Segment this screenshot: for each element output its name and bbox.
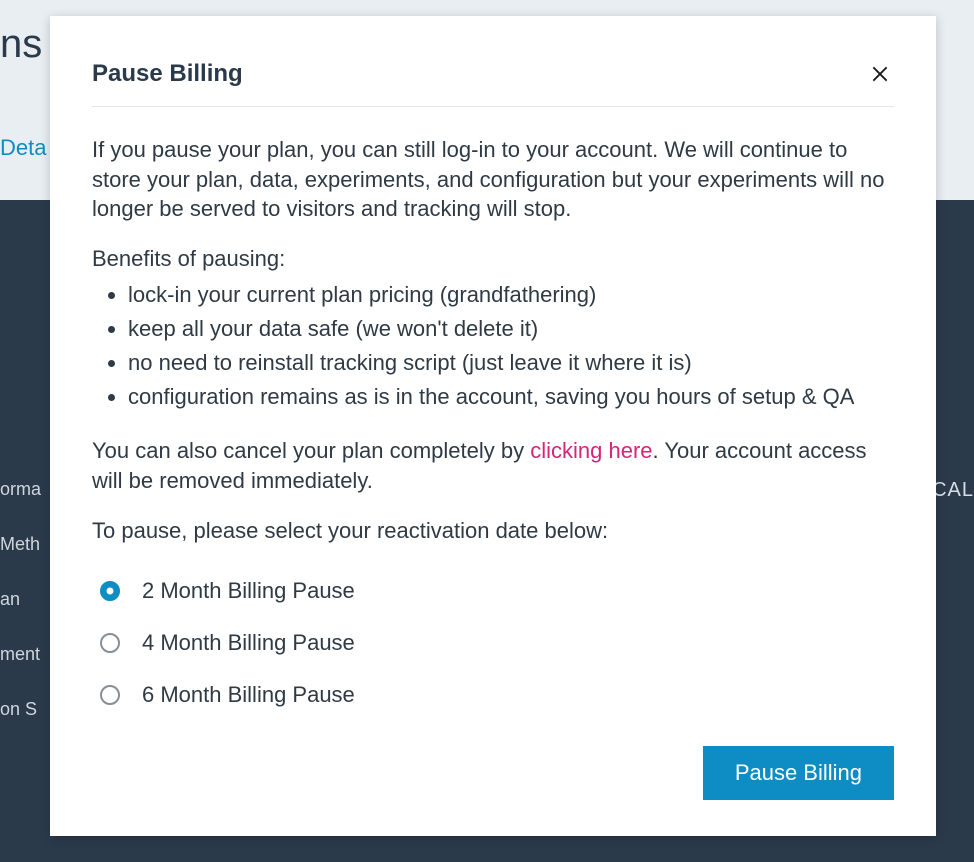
pause-option-4-month[interactable]: 4 Month Billing Pause [100, 630, 894, 656]
modal-intro-text: If you pause your plan, you can still lo… [92, 135, 894, 224]
modal-footer: Pause Billing [92, 716, 894, 800]
sidebar-item[interactable]: Meth [0, 534, 40, 555]
modal-title: Pause Billing [92, 60, 243, 88]
benefit-item: configuration remains as is in the accou… [128, 380, 894, 414]
sidebar-item[interactable]: ment [0, 644, 40, 665]
pause-billing-modal: Pause Billing If you pause your plan, yo… [50, 16, 936, 836]
close-icon [870, 64, 890, 84]
benefit-item: no need to reinstall tracking script (ju… [128, 346, 894, 380]
select-reactivation-text: To pause, please select your reactivatio… [92, 518, 894, 544]
cancel-link[interactable]: clicking here [530, 438, 652, 463]
radio-icon [100, 581, 120, 601]
benefits-heading: Benefits of pausing: [92, 246, 894, 272]
pause-option-2-month[interactable]: 2 Month Billing Pause [100, 578, 894, 604]
benefits-list: lock-in your current plan pricing (grand… [92, 278, 894, 414]
radio-label: 6 Month Billing Pause [142, 682, 355, 708]
radio-label: 2 Month Billing Pause [142, 578, 355, 604]
sidebar-item[interactable]: on S [0, 699, 37, 720]
benefit-item: lock-in your current plan pricing (grand… [128, 278, 894, 312]
cancel-text: You can also cancel your plan completely… [92, 436, 894, 495]
benefit-item: keep all your data safe (we won't delete… [128, 312, 894, 346]
pause-billing-button[interactable]: Pause Billing [703, 746, 894, 800]
close-button[interactable] [866, 60, 894, 88]
modal-header: Pause Billing [92, 60, 894, 107]
cancel-prefix: You can also cancel your plan completely… [92, 438, 530, 463]
tab-details[interactable]: Deta [0, 135, 46, 161]
pause-option-6-month[interactable]: 6 Month Billing Pause [100, 682, 894, 708]
sidebar-item[interactable]: an [0, 589, 20, 610]
radio-icon [100, 633, 120, 653]
radio-icon [100, 685, 120, 705]
radio-label: 4 Month Billing Pause [142, 630, 355, 656]
pause-duration-radio-group: 2 Month Billing Pause 4 Month Billing Pa… [92, 578, 894, 708]
panel-right-fragment: CAL [932, 479, 974, 502]
sidebar-item[interactable]: orma [0, 479, 41, 500]
